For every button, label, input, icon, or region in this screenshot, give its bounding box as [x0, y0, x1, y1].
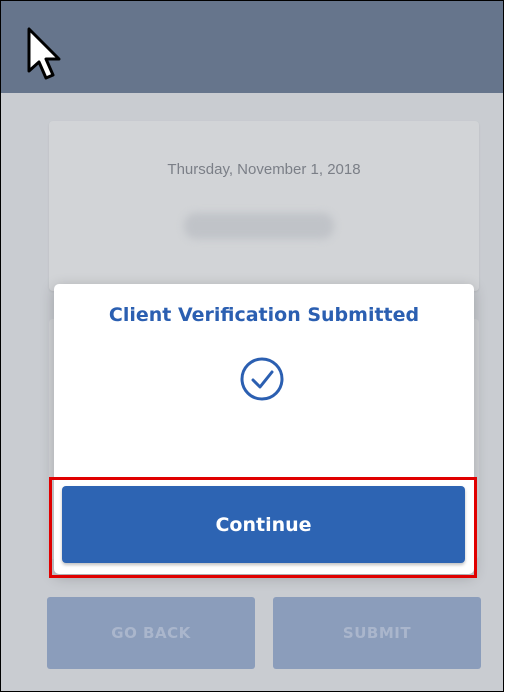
date-text: Thursday, November 1, 2018	[167, 161, 361, 178]
screen-frame: Thursday, November 1, 2018 GO BACK SUBMI…	[0, 0, 504, 692]
check-circle-icon	[237, 354, 287, 404]
mouse-pointer-icon	[25, 27, 65, 83]
date-card: Thursday, November 1, 2018	[49, 121, 479, 291]
go-back-button: GO BACK	[47, 597, 255, 669]
app-header	[1, 1, 503, 93]
modal-title: Client Verification Submitted	[108, 304, 420, 326]
blurred-content	[184, 213, 334, 239]
submit-button: SUBMIT	[273, 597, 481, 669]
continue-button[interactable]: Continue	[62, 486, 465, 563]
